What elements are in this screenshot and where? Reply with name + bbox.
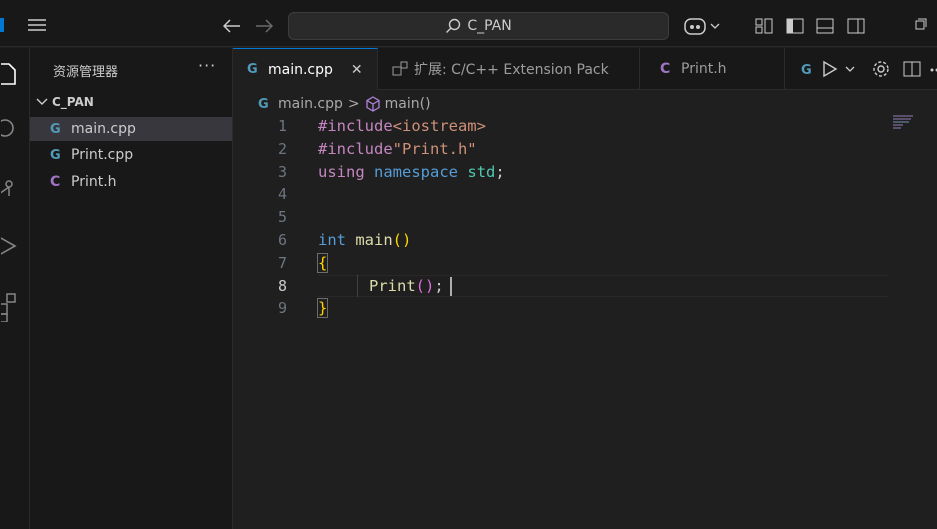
- code-line-8: Print();: [369, 277, 444, 295]
- menu-icon[interactable]: [26, 16, 48, 34]
- editor-tab-bar: G main.cpp ✕ 扩展: C/C++ Extension Pack C …: [233, 48, 937, 90]
- search-text: C_PAN: [467, 18, 512, 34]
- command-center-search[interactable]: C_PAN: [288, 12, 669, 40]
- breadcrumb-separator: >: [347, 96, 360, 112]
- indent-guide: [357, 275, 358, 297]
- code-line-1: #include<iostream>: [318, 117, 486, 135]
- back-arrow-icon[interactable]: [222, 16, 242, 36]
- header-file-icon: C: [660, 61, 671, 77]
- layout-customize-icon[interactable]: [754, 17, 774, 35]
- close-icon[interactable]: ✕: [351, 62, 363, 78]
- line-number: 7: [277, 254, 287, 272]
- line-number: 2: [277, 140, 287, 158]
- minimap[interactable]: [893, 115, 923, 135]
- line-number: 3: [277, 163, 287, 181]
- text-cursor: [450, 277, 452, 296]
- chevron-down-icon: [36, 97, 48, 107]
- tab-label: main.cpp: [268, 61, 333, 78]
- code-line-2: #include"Print.h": [318, 140, 477, 158]
- forward-arrow-icon[interactable]: [254, 16, 274, 36]
- breadcrumb-symbol[interactable]: main(): [385, 96, 431, 112]
- title-bar: C_PAN: [0, 0, 937, 47]
- more-actions-button[interactable]: ···: [198, 56, 216, 75]
- cpp-file-icon: G: [50, 121, 61, 137]
- app-logo-icon: [0, 18, 4, 32]
- tab-main-cpp[interactable]: G main.cpp ✕: [233, 48, 378, 90]
- extensions-icon[interactable]: [0, 292, 18, 322]
- more-icon[interactable]: [929, 68, 937, 72]
- code-line-7: {: [316, 253, 329, 273]
- run-cpp-file-button[interactable]: G: [800, 59, 856, 79]
- split-editor-icon[interactable]: [902, 59, 922, 79]
- code-line-9: }: [316, 298, 329, 318]
- line-number: 4: [277, 185, 287, 203]
- tab-extension-pack[interactable]: 扩展: C/C++ Extension Pack: [378, 48, 640, 90]
- code-line-3: using namespace std;: [318, 163, 505, 181]
- search-icon: [445, 18, 461, 34]
- breadcrumb: G main.cpp > main(): [258, 94, 431, 114]
- line-number: 9: [277, 299, 287, 317]
- tab-label: 扩展: C/C++ Extension Pack: [414, 62, 609, 78]
- header-file-icon: C: [50, 174, 61, 190]
- line-number-current: 8: [277, 277, 287, 295]
- cpp-file-icon: G: [258, 96, 269, 112]
- toggle-secondary-sidebar-icon[interactable]: [846, 17, 866, 35]
- search-view-icon[interactable]: [0, 116, 18, 140]
- folder-c-pan[interactable]: C_PAN: [36, 95, 94, 109]
- line-number: 1: [277, 117, 287, 135]
- tab-label: Print.h: [681, 61, 727, 77]
- restore-window-icon[interactable]: [914, 17, 928, 31]
- breadcrumb-file[interactable]: main.cpp: [278, 96, 343, 112]
- explorer-title: 资源管理器: [53, 65, 119, 80]
- file-item-print-cpp[interactable]: G Print.cpp: [30, 143, 232, 167]
- toggle-panel-icon[interactable]: [815, 17, 835, 35]
- file-label: Print.cpp: [71, 147, 134, 163]
- explorer-icon[interactable]: [0, 62, 18, 86]
- code-editor[interactable]: 1 2 3 4 5 6 7 8 9 #include<iostream> #in…: [233, 114, 937, 529]
- symbol-method-icon: [365, 96, 381, 112]
- source-control-icon[interactable]: [0, 176, 18, 200]
- extension-icon: [392, 61, 408, 77]
- toggle-primary-sidebar-icon[interactable]: [785, 17, 805, 35]
- run-debug-icon[interactable]: [0, 234, 18, 258]
- cpp-file-icon: G: [247, 62, 258, 77]
- tab-print-h[interactable]: C Print.h: [640, 48, 785, 90]
- line-number: 6: [277, 231, 287, 249]
- file-label: main.cpp: [71, 121, 136, 137]
- cpp-file-icon: G: [50, 147, 61, 163]
- file-label: Print.h: [71, 174, 117, 190]
- activity-bar: [0, 48, 30, 529]
- file-item-main-cpp[interactable]: G main.cpp: [30, 117, 232, 141]
- file-item-print-h[interactable]: C Print.h: [30, 170, 232, 194]
- code-line-6: int main(): [318, 231, 412, 249]
- gear-icon[interactable]: [871, 59, 891, 79]
- svg-text:G: G: [801, 63, 812, 78]
- copilot-icon[interactable]: [684, 15, 722, 37]
- folder-label: C_PAN: [52, 95, 94, 109]
- explorer-sidebar: 资源管理器 ··· C_PAN G main.cpp G Print.cpp C…: [30, 48, 233, 529]
- line-number: 5: [277, 208, 287, 226]
